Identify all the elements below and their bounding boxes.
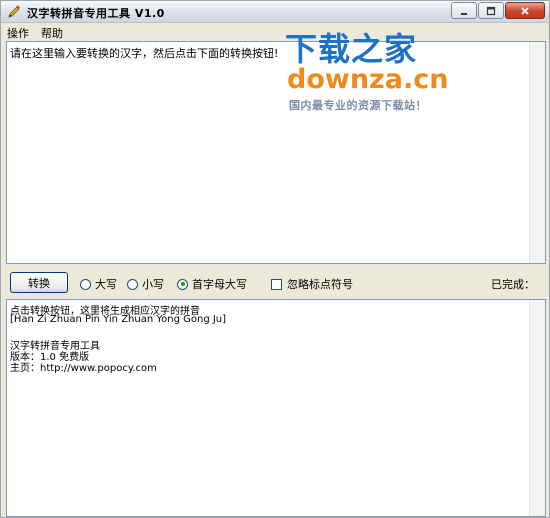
checkbox-box [271,278,282,290]
close-icon [521,6,529,15]
radio-capitalize[interactable]: 首字母大写 [177,276,247,292]
watermark-logo: 下载之家 downza.cn 国内最专业的资源下载站！ [285,24,455,116]
watermark-slogan: 国内最专业的资源下载站！ [289,99,427,112]
minimize-icon [461,12,467,15]
minimize-button[interactable] [451,2,477,19]
maximize-icon [486,6,496,15]
radio-label: 小写 [142,278,164,291]
title-bar[interactable]: 汉字转拼音专用工具 V1.0 [1,1,549,23]
ignore-punctuation-checkbox[interactable]: 忽略标点符号 [271,276,353,292]
menu-bar: 操作 帮助 [1,23,549,41]
control-row: 转换 大写 小写 首字母大写 忽略标点符号 已完成： [1,265,549,299]
status-text: 已完成： [491,278,535,291]
app-window: 汉字转拼音专用工具 V1.0 操作 帮助 请在这里输入要转换的汉字，然后点击下面… [0,0,550,518]
convert-button[interactable]: 转换 [10,272,68,293]
radio-label: 大写 [95,278,117,291]
output-textarea[interactable]: 点击转换按钮，这里将生成相应汉字的拼音 [Han Zi Zhuan Pin Yi… [6,299,546,517]
output-line: [Han Zi Zhuan Pin Yin Zhuan Yong Gong Ju… [10,314,227,325]
radio-lowercase[interactable]: 小写 [127,276,164,292]
radio-circle-selected [177,278,188,290]
window-controls [451,2,545,19]
output-line: 主页：http://www.popocy.com [10,363,157,374]
watermark-domain: downza.cn [287,64,449,95]
close-button[interactable] [505,2,545,19]
pencil-icon [6,4,22,20]
menu-help[interactable]: 帮助 [35,23,69,41]
radio-uppercase[interactable]: 大写 [80,276,117,292]
input-textarea[interactable]: 请在这里输入要转换的汉字，然后点击下面的转换按钮! [6,41,546,264]
maximize-button[interactable] [478,2,504,19]
radio-circle [127,278,138,290]
output-scrollbar[interactable] [529,300,545,516]
radio-label: 首字母大写 [192,278,247,291]
input-text: 请在这里输入要转换的汉字，然后点击下面的转换按钮! [10,47,279,60]
radio-circle [80,278,91,290]
window-title: 汉字转拼音专用工具 V1.0 [27,7,165,20]
checkbox-label: 忽略标点符号 [287,278,353,291]
input-scrollbar[interactable] [529,42,545,263]
menu-operate[interactable]: 操作 [1,23,35,41]
